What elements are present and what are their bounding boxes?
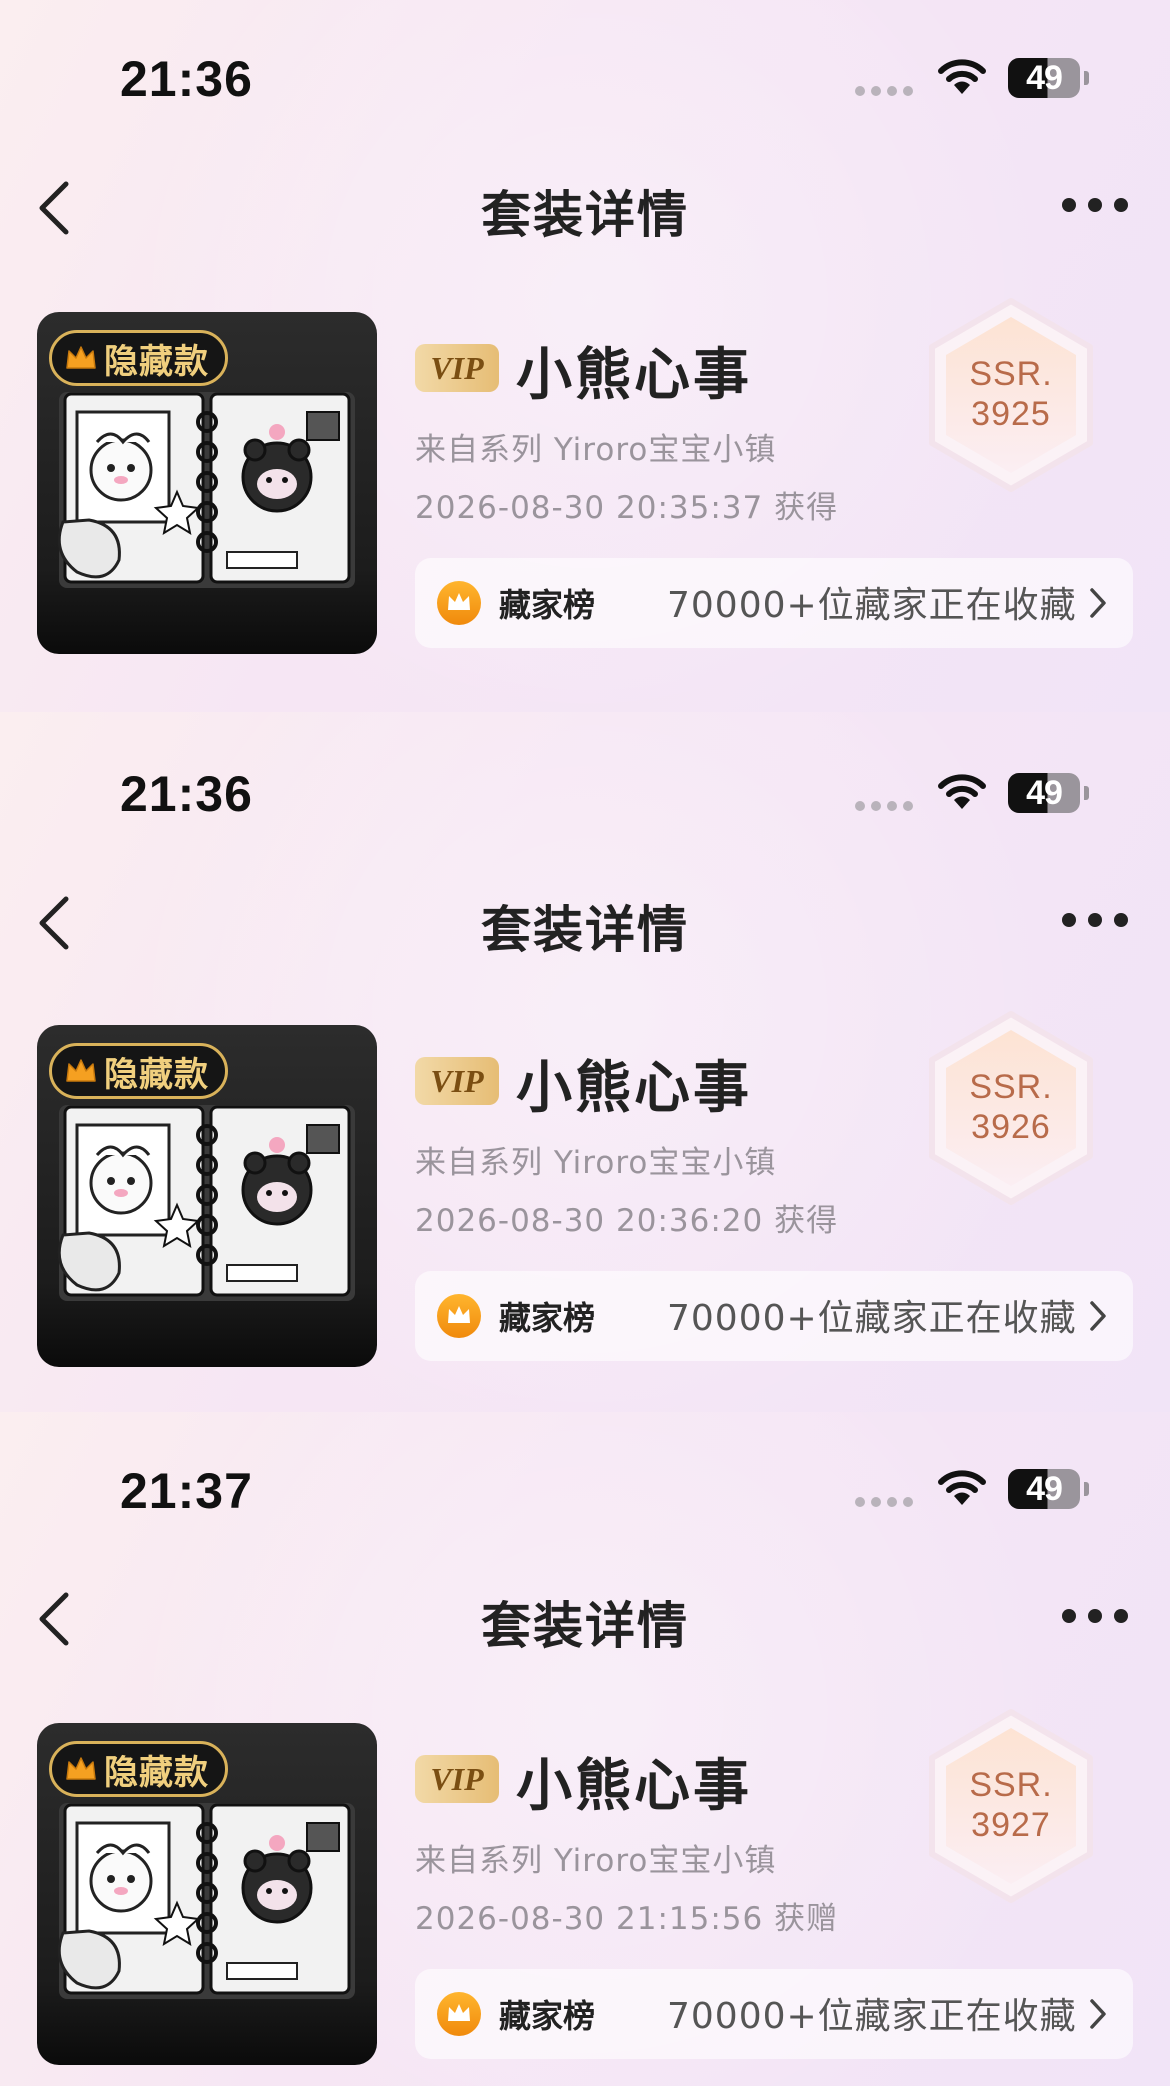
crown-icon bbox=[66, 1059, 96, 1082]
ssr-grade: SSR. bbox=[969, 1766, 1053, 1804]
battery-icon: 49 bbox=[1008, 58, 1090, 98]
chevron-right-icon bbox=[1090, 1999, 1106, 2029]
item-name: 小熊心事 bbox=[516, 343, 752, 408]
ssr-number: 3927 bbox=[971, 1806, 1051, 1844]
sketchbook-art bbox=[57, 1803, 355, 1999]
crown-icon bbox=[437, 1294, 481, 1338]
crown-icon bbox=[437, 1992, 481, 2036]
cellular-signal-icon bbox=[855, 801, 915, 811]
battery-level: 49 bbox=[1026, 59, 1063, 97]
ranking-description: 70000+位藏家正在收藏 bbox=[667, 585, 1077, 626]
battery-level: 49 bbox=[1026, 774, 1063, 812]
collector-ranking-bar[interactable]: 藏家榜 70000+位藏家正在收藏 bbox=[415, 1969, 1133, 2059]
obtained-time: 2026-08-30 20:36:20 获得 bbox=[415, 1203, 839, 1239]
more-dots-icon[interactable] bbox=[1062, 1609, 1128, 1625]
more-dots-icon[interactable] bbox=[1062, 913, 1128, 929]
ranking-title: 藏家榜 bbox=[499, 1299, 596, 1337]
ssr-number: 3926 bbox=[971, 1108, 1051, 1146]
chevron-right-icon bbox=[1090, 1301, 1106, 1331]
hidden-edition-badge: 隐藏款 bbox=[49, 1741, 228, 1797]
crown-icon bbox=[437, 581, 481, 625]
crown-icon bbox=[66, 346, 96, 369]
hidden-edition-badge: 隐藏款 bbox=[49, 1043, 228, 1099]
sketchbook-art bbox=[57, 1105, 355, 1301]
detail-screenshot-3: 21:37 49 套装详情 隐藏款 VIP 小熊心事 来自系列 Yiroro宝宝… bbox=[0, 1412, 1170, 2086]
cellular-signal-icon bbox=[855, 1497, 915, 1507]
hidden-edition-label: 隐藏款 bbox=[104, 1752, 209, 1793]
hidden-edition-label: 隐藏款 bbox=[104, 1054, 209, 1095]
collectible-image[interactable]: 隐藏款 bbox=[37, 312, 377, 654]
status-time: 21:36 bbox=[120, 51, 253, 107]
ssr-grade: SSR. bbox=[969, 355, 1053, 393]
collector-ranking-bar[interactable]: 藏家榜 70000+位藏家正在收藏 bbox=[415, 558, 1133, 648]
crown-icon bbox=[66, 1757, 96, 1780]
ssr-grade: SSR. bbox=[969, 1068, 1053, 1106]
battery-icon: 49 bbox=[1008, 773, 1090, 813]
ssr-serial: SSR. 3925 bbox=[918, 354, 1104, 434]
ranking-title: 藏家榜 bbox=[499, 1997, 596, 2035]
hidden-edition-badge: 隐藏款 bbox=[49, 330, 228, 386]
wifi-icon bbox=[938, 1470, 986, 1505]
page-title: 套装详情 bbox=[481, 901, 689, 959]
wifi-icon bbox=[938, 59, 986, 94]
detail-screenshot-1: 21:36 49 套装详情 隐藏款 VIP 小熊心事 来自系列 Yiroro宝宝… bbox=[0, 0, 1170, 712]
chevron-right-icon bbox=[1090, 588, 1106, 618]
obtained-time: 2026-08-30 20:35:37 获得 bbox=[415, 490, 839, 526]
ssr-number: 3925 bbox=[971, 395, 1051, 433]
ranking-title: 藏家榜 bbox=[499, 586, 596, 624]
status-time: 21:36 bbox=[120, 766, 253, 822]
series-label[interactable]: 来自系列 Yiroro宝宝小镇 bbox=[415, 424, 776, 469]
page-title: 套装详情 bbox=[481, 1597, 689, 1655]
ranking-description: 70000+位藏家正在收藏 bbox=[667, 1298, 1077, 1339]
sketchbook-art bbox=[57, 392, 355, 588]
cellular-signal-icon bbox=[855, 86, 915, 96]
hidden-edition-label: 隐藏款 bbox=[104, 341, 209, 382]
series-label[interactable]: 来自系列 Yiroro宝宝小镇 bbox=[415, 1835, 776, 1880]
ssr-serial: SSR. 3927 bbox=[918, 1765, 1104, 1845]
vip-badge: VIP bbox=[415, 1057, 499, 1105]
vip-badge: VIP bbox=[415, 344, 499, 392]
collectible-image[interactable]: 隐藏款 bbox=[37, 1723, 377, 2065]
collectible-image[interactable]: 隐藏款 bbox=[37, 1025, 377, 1367]
ssr-serial: SSR. 3926 bbox=[918, 1067, 1104, 1147]
battery-icon: 49 bbox=[1008, 1469, 1090, 1509]
collector-ranking-bar[interactable]: 藏家榜 70000+位藏家正在收藏 bbox=[415, 1271, 1133, 1361]
battery-level: 49 bbox=[1026, 1470, 1063, 1508]
wifi-icon bbox=[938, 774, 986, 809]
ranking-description: 70000+位藏家正在收藏 bbox=[667, 1996, 1077, 2037]
item-name: 小熊心事 bbox=[516, 1056, 752, 1121]
page-title: 套装详情 bbox=[481, 186, 689, 244]
series-label[interactable]: 来自系列 Yiroro宝宝小镇 bbox=[415, 1137, 776, 1182]
detail-screenshot-2: 21:36 49 套装详情 隐藏款 VIP 小熊心事 来自系列 Yiroro宝宝… bbox=[0, 712, 1170, 1412]
more-dots-icon[interactable] bbox=[1062, 198, 1128, 214]
status-time: 21:37 bbox=[120, 1463, 253, 1519]
obtained-time: 2026-08-30 21:15:56 获赠 bbox=[415, 1901, 839, 1937]
vip-badge: VIP bbox=[415, 1755, 499, 1803]
item-name: 小熊心事 bbox=[516, 1754, 752, 1819]
